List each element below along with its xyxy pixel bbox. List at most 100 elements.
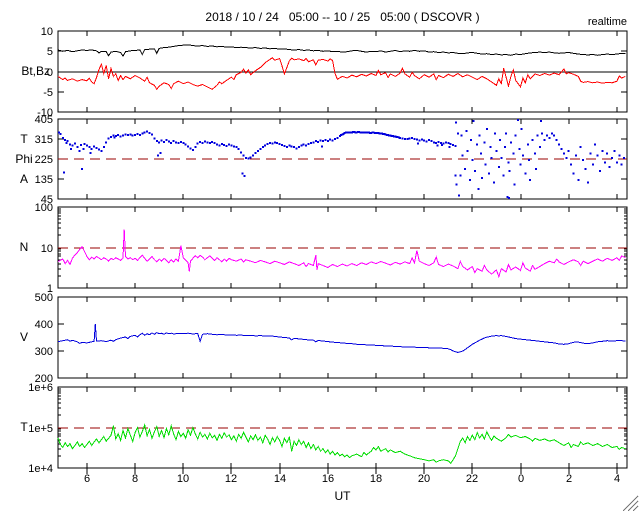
phi-dot (218, 144, 221, 147)
phi-dot (264, 144, 267, 147)
phi-dot (82, 148, 85, 150)
phi_scatter-dot (541, 132, 544, 135)
phi_scatter-dot (479, 152, 482, 155)
phi-dot (63, 171, 65, 174)
phi_scatter-dot (508, 170, 511, 173)
xaxis-tick-label: 8 (132, 473, 138, 485)
phi-dot (220, 143, 223, 146)
phi-dot (302, 143, 305, 146)
phi-dot (259, 148, 262, 150)
xaxis-tick-label: 4 (614, 473, 620, 485)
phi_scatter-dot (535, 168, 538, 170)
phi-dot (170, 141, 173, 144)
phi-dot (66, 140, 69, 143)
phi_scatter-dot (489, 145, 492, 148)
phi-dot (69, 143, 71, 146)
phi-dot (413, 137, 416, 140)
xaxis-tick-label: 20 (418, 473, 430, 485)
phi-dot (122, 134, 124, 137)
phi-dot (126, 134, 129, 137)
phi_scatter-dot (531, 139, 534, 142)
phi_scatter-dot (529, 179, 532, 182)
phi-dot (119, 135, 122, 138)
speed-ytick-label: 500 (35, 292, 53, 304)
phi-dot (300, 144, 303, 147)
phi_scatter-dot (466, 150, 469, 153)
phi_scatter-dot (512, 152, 515, 155)
phi-dot (322, 140, 324, 142)
phi-dot (79, 144, 82, 146)
phi-dot (167, 140, 170, 143)
phi_scatter-dot (468, 179, 471, 182)
phi_scatter-dot (520, 128, 523, 130)
phi-dot (283, 144, 286, 147)
phi-dot (285, 145, 288, 148)
phi_scatter-dot (478, 134, 481, 137)
phi-dot (71, 144, 74, 147)
phi-dot (232, 145, 235, 148)
phi-dot (151, 133, 153, 136)
phi-dot (319, 139, 322, 142)
phi_scatter-dot (464, 168, 467, 170)
v-trace (57, 323, 626, 353)
phi-dot (276, 142, 279, 145)
phi-dot (131, 134, 134, 137)
phi_scatter-dot (543, 139, 546, 142)
phi-dot (452, 144, 455, 146)
phi-dot (242, 154, 245, 157)
phi-dot (449, 143, 452, 146)
density-ytick-label: 10 (41, 243, 53, 255)
phi-dot (314, 140, 317, 143)
phi-dot (228, 143, 230, 146)
dscovr-realtime-plot: 2018 / 10 / 24 05:00 -- 10 / 25 05:00 ( … (0, 0, 640, 512)
phi_scatter-dot (550, 132, 553, 135)
phi-dot (160, 139, 163, 142)
phi-dot (117, 133, 120, 136)
phi-dot (184, 143, 187, 146)
xaxis-tick-label: 16 (322, 473, 334, 485)
phi-dot (437, 140, 440, 143)
phi-dot (201, 141, 204, 144)
resize-grip-icon (632, 505, 639, 512)
phi-dot (331, 139, 334, 142)
phi-dot (312, 141, 315, 144)
phi-dot (240, 151, 243, 154)
phi-dot (418, 139, 421, 142)
phi-dot (148, 132, 151, 134)
phi-dot (435, 142, 438, 145)
phi-dot (271, 142, 274, 145)
phi_scatter-dot (618, 154, 621, 157)
phi-dot (430, 140, 433, 142)
phi_scatter-dot (538, 145, 541, 148)
xaxis-tick-label: 10 (177, 473, 189, 485)
phi-dot (320, 145, 323, 148)
n-trace (57, 229, 626, 279)
phi_scatter-dot (572, 172, 575, 175)
phi-dot (295, 147, 298, 150)
phi-dot (102, 145, 105, 148)
phi-dot (78, 149, 81, 152)
phi-dot (163, 140, 165, 143)
phi_scatter-dot (524, 172, 527, 175)
phi_scatter-dot (596, 154, 599, 157)
phi_scatter-dot (599, 170, 601, 173)
phi-dot (408, 137, 411, 140)
phi-dot (266, 143, 269, 146)
phi-dot (89, 152, 92, 154)
phi-dot (81, 168, 84, 170)
phi-dot (73, 142, 76, 145)
phi_scatter-dot (509, 141, 512, 144)
phi_scatter-dot (484, 163, 487, 166)
phi-dot (420, 138, 423, 141)
phi_scatter-dot (497, 165, 500, 168)
phi-dot (100, 149, 103, 152)
phi-dot (399, 136, 402, 139)
phi_scatter-dot (620, 163, 623, 166)
phi_scatter-dot (574, 154, 577, 157)
phi-dot (153, 137, 156, 140)
phi-dot (432, 141, 435, 144)
phi_scatter-dot (623, 156, 626, 159)
phi_scatter-dot (485, 128, 488, 130)
phi-dot (309, 142, 312, 145)
phi-dot (141, 132, 144, 135)
